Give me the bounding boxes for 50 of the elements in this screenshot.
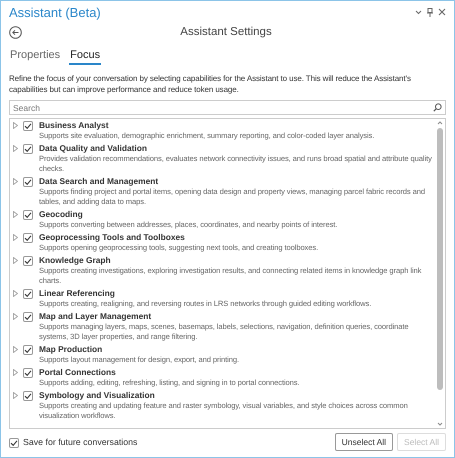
checkbox[interactable] — [23, 256, 33, 266]
capability-title: Map and Layer Management — [39, 311, 152, 322]
checkbox[interactable] — [23, 177, 33, 187]
checkbox[interactable] — [23, 391, 33, 401]
caret-right-icon[interactable] — [13, 369, 18, 376]
capability-title: Linear Referencing — [39, 288, 116, 299]
capability-title: Data Quality and Validation — [39, 143, 148, 154]
tab[interactable]: Focus — [69, 47, 102, 65]
checkbox[interactable] — [9, 438, 19, 448]
back-icon[interactable] — [9, 26, 22, 38]
checkbox[interactable] — [23, 233, 33, 243]
capability-title: Geocoding — [39, 209, 84, 220]
checkbox-label: Save for future conversations — [23, 437, 138, 447]
intro-text: Refine the focus of your conversation by selecting capabilities for the Assistant to use. This will reduce the Assistant's capabilities but can improve performance and reduce token usage. — [9, 73, 412, 95]
caret-right-icon[interactable] — [13, 313, 18, 320]
capability-title: Map Production — [39, 344, 104, 355]
scrollbar[interactable] — [434, 119, 445, 428]
action-button[interactable]: Unselect All — [334, 433, 394, 451]
caret-right-icon[interactable] — [13, 122, 18, 129]
capability-title: Knowledge Graph — [39, 255, 112, 266]
window-title: Assistant (Beta) — [9, 4, 101, 20]
checkbox[interactable] — [23, 144, 33, 154]
checkbox[interactable] — [23, 312, 33, 322]
caret-right-icon[interactable] — [13, 257, 18, 264]
capability-title: Symbology and Visualization — [39, 390, 156, 401]
caret-right-icon[interactable] — [13, 234, 18, 241]
capability-title: Portal Connections — [39, 367, 117, 378]
checkbox[interactable] — [23, 345, 33, 355]
checkbox[interactable] — [23, 121, 33, 131]
scroll-up-icon[interactable] — [436, 121, 442, 125]
capability-title: Data Search and Management — [39, 176, 160, 187]
search-icon[interactable] — [433, 103, 442, 112]
chevron-down-icon[interactable] — [415, 10, 422, 14]
caret-right-icon[interactable] — [13, 211, 18, 218]
caret-right-icon[interactable] — [13, 346, 18, 353]
caret-right-icon[interactable] — [13, 178, 18, 185]
pin-icon[interactable] — [427, 8, 433, 16]
checkbox[interactable] — [23, 368, 33, 378]
caret-right-icon[interactable] — [13, 290, 18, 297]
caret-right-icon[interactable] — [13, 392, 18, 399]
tab[interactable]: Properties — [9, 47, 62, 65]
caret-right-icon[interactable] — [13, 145, 18, 152]
scroll-down-icon[interactable] — [436, 422, 442, 426]
search-field[interactable]: Search — [9, 100, 446, 115]
capability-title: Business Analyst — [39, 120, 110, 131]
panel-heading: Assistant Settings — [179, 26, 273, 38]
capability-title: Geoprocessing Tools and Toolboxes — [39, 232, 186, 243]
checkbox[interactable] — [23, 289, 33, 299]
close-icon[interactable] — [438, 8, 446, 16]
checkbox[interactable] — [23, 210, 33, 220]
